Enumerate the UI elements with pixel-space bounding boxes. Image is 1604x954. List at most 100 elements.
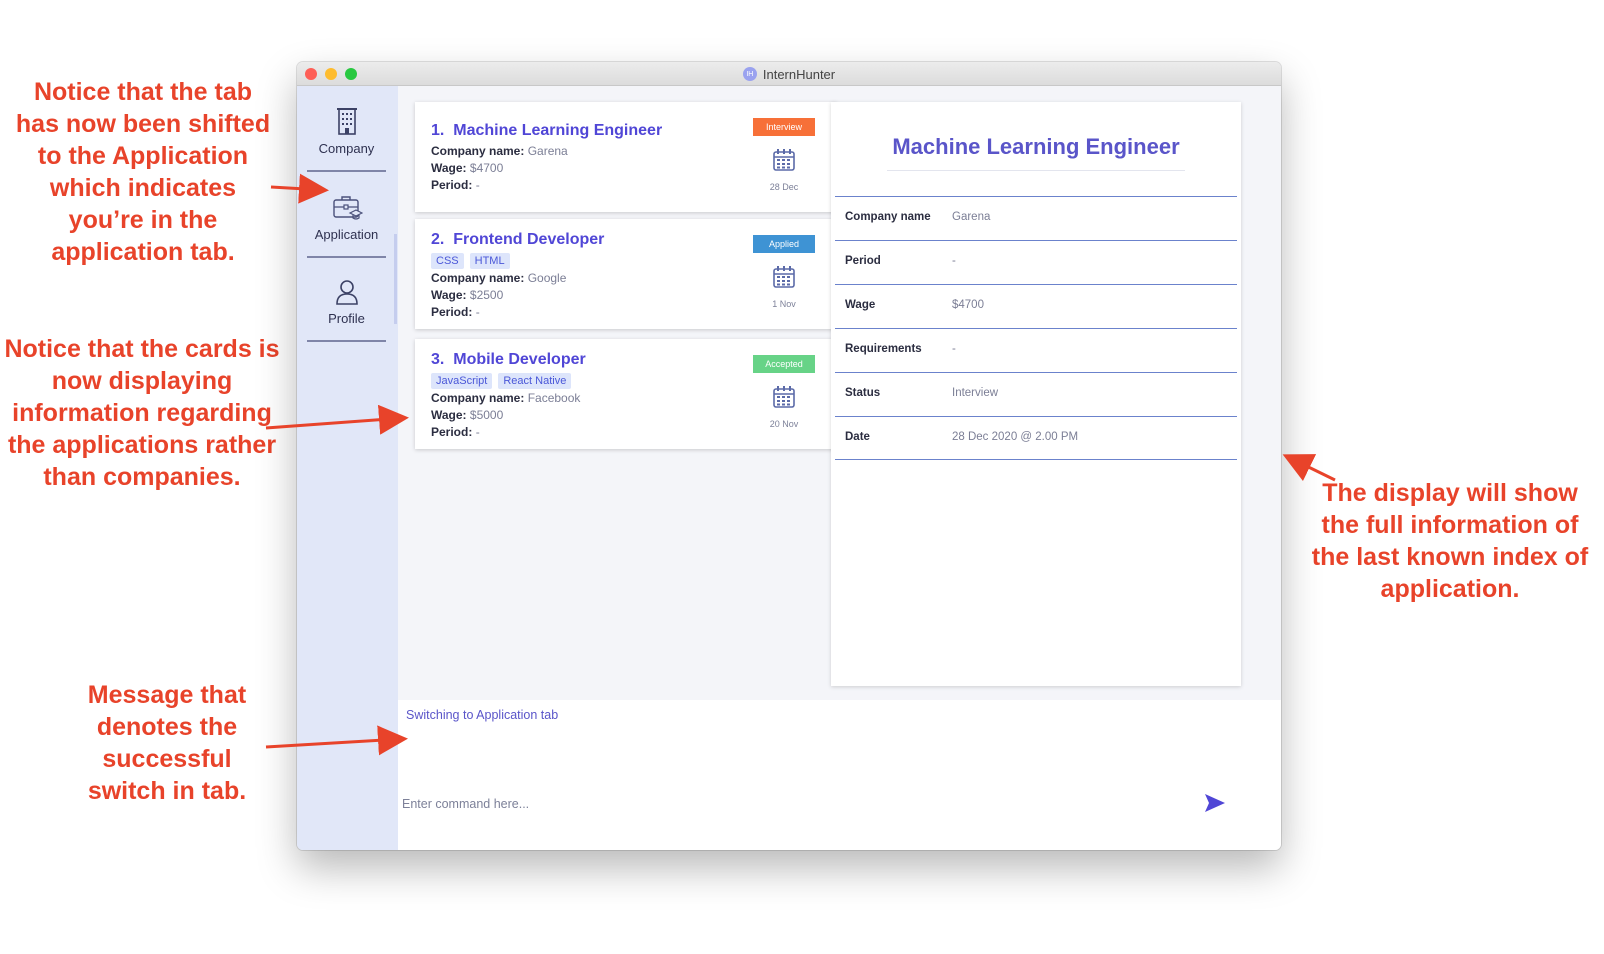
field-value: Facebook (527, 391, 581, 405)
result-message: Switching to Application tab (406, 708, 559, 722)
sidebar-item-label: Company (318, 141, 375, 156)
detail-row-company: Company name Garena (835, 196, 1237, 240)
tag: React Native (498, 373, 572, 389)
result-display: Switching to Application tab (398, 700, 1281, 850)
field-label: Wage: (431, 408, 467, 422)
field-label: Wage: (431, 161, 467, 175)
card-date: 28 Dec (769, 182, 799, 192)
building-icon (336, 108, 357, 135)
window-title-group: IH InternHunter (297, 62, 1281, 86)
sidebar-item-profile[interactable]: Profile (307, 258, 386, 342)
card-company-field: Company name: Facebook (431, 391, 580, 405)
briefcase-icon (332, 196, 363, 220)
sidebar-item-label: Application (314, 227, 379, 242)
card-index: 1. (431, 122, 445, 139)
card-job-title: Frontend Developer (453, 231, 605, 248)
detail-panel: Machine Learning Engineer Company name G… (831, 102, 1241, 686)
sidebar-item-label: Profile (328, 311, 365, 326)
sidebar: Company Application Profile (297, 86, 398, 850)
field-value: Garena (527, 144, 568, 158)
detail-value: 28 Dec 2020 @ 2.00 PM (952, 431, 1079, 443)
annotation-cards: Notice that the cards is now displaying … (4, 335, 280, 491)
screenshot-stage: Notice that the tab has now been shifted… (0, 0, 1604, 954)
sidebar-item-company[interactable]: Company (307, 88, 386, 172)
field-value: - (475, 178, 480, 192)
card-title: 2. Frontend Developer (431, 231, 604, 249)
application-card[interactable]: 2. Frontend Developer CSS HTML Company n… (415, 219, 837, 329)
app-window: IH InternHunter Company Application Prof… (297, 62, 1281, 850)
detail-value: - (952, 343, 956, 355)
app-logo-icon: IH (742, 67, 757, 81)
card-tags: CSS HTML (431, 253, 510, 269)
sidebar-scrollbar[interactable] (394, 234, 397, 324)
detail-label: Date (845, 431, 870, 443)
window-title: InternHunter (762, 66, 836, 82)
field-value: $2500 (469, 288, 504, 302)
field-value: - (475, 305, 480, 319)
detail-row-requirements: Requirements - (835, 328, 1237, 372)
command-input[interactable] (402, 792, 1182, 816)
annotation-message: Message that denotes the successful swit… (87, 681, 247, 805)
card-date: 20 Nov (769, 419, 799, 429)
send-icon[interactable] (1204, 793, 1226, 813)
annotation-display: The display will show the full informati… (1311, 479, 1589, 603)
detail-value: - (952, 255, 956, 267)
field-value: $4700 (469, 161, 504, 175)
annotation-tab-shift: Notice that the tab has now been shifted… (15, 78, 271, 266)
field-value: - (475, 425, 480, 439)
status-badge: Interview (753, 118, 815, 136)
calendar-icon (773, 386, 795, 408)
field-label: Wage: (431, 288, 467, 302)
application-card[interactable]: 1. Machine Learning Engineer Company nam… (415, 102, 837, 212)
tag: HTML (469, 253, 510, 269)
detail-value: Interview (952, 387, 999, 399)
field-label: Company name: (431, 144, 525, 158)
detail-label: Status (845, 387, 881, 399)
field-label: Period: (431, 305, 473, 319)
card-title: 3. Mobile Developer (431, 351, 586, 369)
title-divider (887, 170, 1185, 171)
card-job-title: Machine Learning Engineer (453, 122, 663, 139)
application-card[interactable]: 3. Mobile Developer JavaScript React Nat… (415, 339, 837, 449)
detail-value: Garena (952, 211, 991, 223)
detail-row-date: Date 28 Dec 2020 @ 2.00 PM (835, 416, 1237, 460)
card-tags: JavaScript React Native (431, 373, 572, 389)
card-wage-field: Wage: $4700 (431, 161, 503, 175)
card-period-field: Period: - (431, 425, 480, 439)
user-icon (335, 280, 358, 305)
status-badge: Accepted (753, 355, 815, 373)
calendar-icon (773, 149, 795, 171)
card-wage-field: Wage: $2500 (431, 288, 503, 302)
field-value: Google (527, 271, 567, 285)
tag: JavaScript (431, 373, 493, 389)
card-index: 3. (431, 351, 445, 368)
card-wage-field: Wage: $5000 (431, 408, 503, 422)
card-date: 1 Nov (772, 299, 796, 309)
field-value: $5000 (469, 408, 504, 422)
field-label: Company name: (431, 391, 525, 405)
card-period-field: Period: - (431, 305, 480, 319)
tag: CSS (431, 253, 464, 269)
detail-label: Requirements (845, 343, 922, 355)
detail-title: Machine Learning Engineer (892, 134, 1180, 159)
detail-label: Company name (845, 211, 931, 223)
detail-value: $4700 (952, 299, 984, 311)
calendar-icon (773, 266, 795, 288)
field-label: Company name: (431, 271, 525, 285)
detail-row-status: Status Interview (835, 372, 1237, 416)
card-period-field: Period: - (431, 178, 480, 192)
field-label: Period: (431, 178, 473, 192)
detail-label: Wage (845, 299, 876, 311)
detail-row-period: Period - (835, 240, 1237, 284)
status-badge: Applied (753, 235, 815, 253)
card-company-field: Company name: Google (431, 271, 566, 285)
card-job-title: Mobile Developer (453, 351, 586, 368)
sidebar-item-application[interactable]: Application (307, 174, 386, 258)
field-label: Period: (431, 425, 473, 439)
detail-row-wage: Wage $4700 (835, 284, 1237, 328)
detail-label: Period (845, 255, 881, 267)
title-bar: IH InternHunter (297, 62, 1281, 86)
card-title: 1. Machine Learning Engineer (431, 122, 662, 140)
card-company-field: Company name: Garena (431, 144, 568, 158)
card-index: 2. (431, 231, 445, 248)
